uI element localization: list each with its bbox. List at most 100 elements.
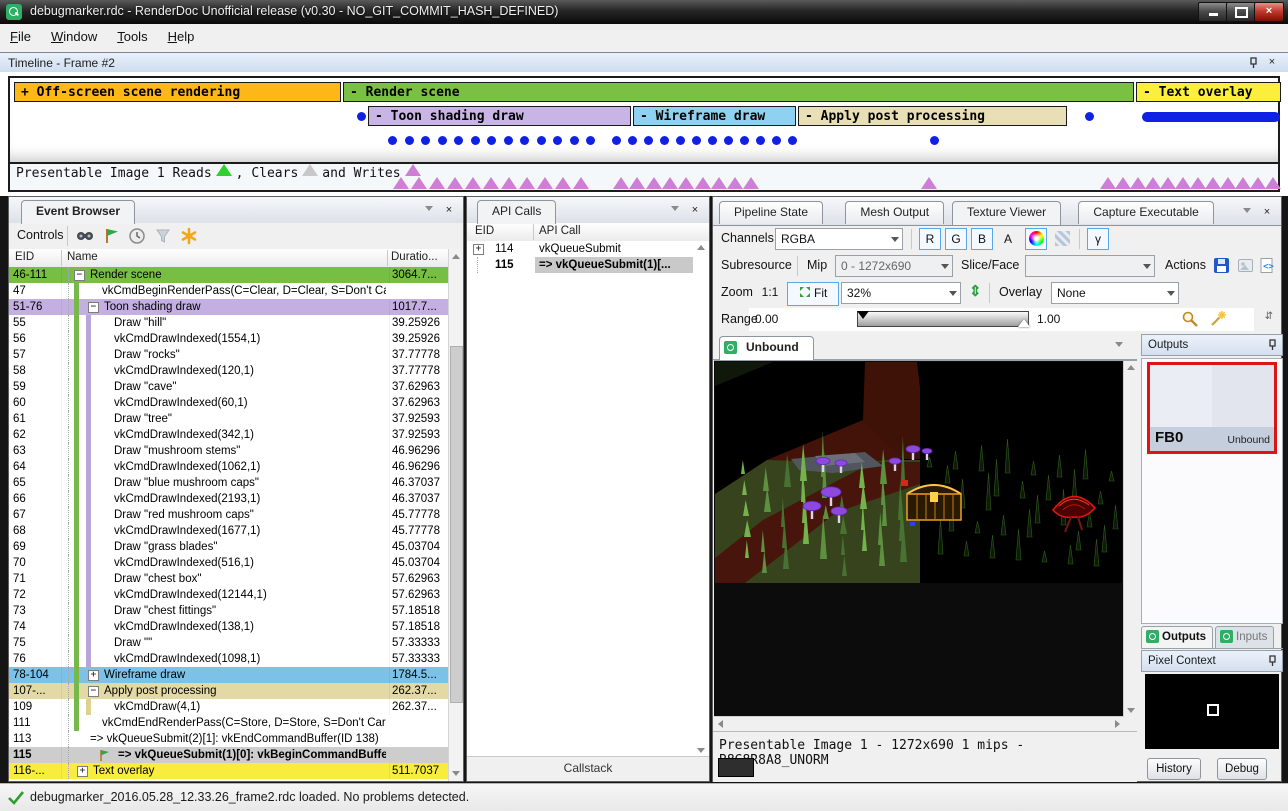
expand-toggle[interactable]: + [473, 244, 484, 255]
event-row[interactable]: 69Draw "grass blades"45.03704 [9, 539, 451, 555]
event-row[interactable]: 72vkCmdDrawIndexed(12144,1)57.62963 [9, 587, 451, 603]
event-row[interactable]: 71Draw "chest box"57.62963 [9, 571, 451, 587]
event-row[interactable]: 64vkCmdDrawIndexed(1062,1)46.96296 [9, 459, 451, 475]
minimize-button[interactable] [1198, 2, 1228, 22]
api-call-row[interactable]: 115=> vkQueueSubmit(1)[... [467, 257, 709, 273]
event-row[interactable]: 67Draw "red mushroom caps"45.77778 [9, 507, 451, 523]
maximize-button[interactable] [1226, 2, 1256, 22]
event-row[interactable]: 62vkCmdDrawIndexed(342,1)37.92593 [9, 427, 451, 443]
event-row[interactable]: 68vkCmdDrawIndexed(1677,1)45.77778 [9, 523, 451, 539]
event-row[interactable]: 116-...+Text overlay511.7037 [9, 763, 451, 779]
event-row[interactable]: 46-111−Render scene3064.7... [9, 267, 451, 283]
menu-window[interactable]: Window [41, 24, 107, 49]
chevron-down-icon[interactable] [1111, 339, 1127, 354]
history-button[interactable]: History [1147, 758, 1201, 780]
range-slider[interactable] [857, 311, 1029, 327]
close-icon[interactable]: × [441, 203, 457, 218]
rendered-scene-image[interactable] [715, 362, 1122, 583]
tab-unbound[interactable]: Unbound [719, 336, 814, 360]
expand-toggle[interactable]: + [88, 670, 99, 681]
channel-a-toggle[interactable]: A [997, 228, 1019, 250]
close-icon[interactable]: × [687, 203, 703, 218]
api-call-row[interactable]: +114vkQueueSubmit [467, 241, 709, 257]
autofit-magnifier-icon[interactable] [1181, 310, 1199, 328]
event-row[interactable]: 65Draw "blue mushroom caps"46.37037 [9, 475, 451, 491]
timeline-bar[interactable]: - Render scene [343, 82, 1134, 102]
fb0-thumbnail[interactable]: FB0 Unbound [1147, 362, 1277, 454]
timeline-bar[interactable]: - Toon shading draw [368, 106, 631, 126]
expand-toggle[interactable]: + [77, 766, 88, 777]
event-row[interactable]: 107-...−Apply post processing262.37... [9, 683, 451, 699]
alpha-checker-toggle[interactable] [1051, 228, 1073, 250]
event-row[interactable]: 61Draw "tree"37.92593 [9, 411, 451, 427]
slice-face-dropdown[interactable] [1025, 255, 1155, 277]
tab-api-calls[interactable]: API Calls [477, 200, 556, 224]
flip-y-icon[interactable]: ⇕ [969, 282, 982, 300]
event-row[interactable]: 63Draw "mushroom stems"46.96296 [9, 443, 451, 459]
pin-icon[interactable] [1249, 57, 1258, 69]
link-image-icon[interactable] [1237, 257, 1254, 274]
debug-button[interactable]: Debug [1217, 758, 1267, 780]
menu-help[interactable]: Help [158, 24, 205, 49]
pin-icon[interactable] [1268, 339, 1277, 351]
timeline-bar[interactable]: + Off-screen scene rendering [14, 82, 341, 102]
event-row[interactable]: 109vkCmdDraw(4,1)262.37... [9, 699, 451, 715]
menu-tools[interactable]: Tools [107, 24, 157, 49]
tab-mesh-output[interactable]: Mesh Output [845, 201, 944, 224]
save-icon[interactable] [1213, 257, 1230, 274]
event-row[interactable]: 78-104+Wireframe draw1784.5... [9, 667, 451, 683]
channel-b-toggle[interactable]: B [971, 228, 993, 250]
chevron-down-icon[interactable] [667, 203, 683, 218]
event-row[interactable]: 51-76−Toon shading draw1017.7... [9, 299, 451, 315]
texture-horizontal-scrollbar[interactable] [714, 716, 1124, 730]
timeline-bar[interactable]: - Apply post processing [798, 106, 1067, 126]
pixel-context-view[interactable] [1145, 674, 1279, 749]
close-icon[interactable]: × [1259, 205, 1275, 220]
callstack-footer[interactable]: Callstack [467, 756, 709, 781]
scrollbar-thumb[interactable] [450, 346, 463, 703]
event-row[interactable]: 58vkCmdDrawIndexed(120,1)37.77778 [9, 363, 451, 379]
event-row[interactable]: 66vkCmdDrawIndexed(2193,1)46.37037 [9, 491, 451, 507]
timeline-close-icon[interactable]: × [1264, 55, 1280, 70]
menu-file[interactable]: File [0, 24, 41, 49]
bookmark-star-icon[interactable] [179, 227, 199, 245]
api-table-header[interactable]: EID API Call [467, 223, 709, 242]
texture-vertical-scrollbar[interactable] [1123, 361, 1137, 717]
event-row[interactable]: 113=> vkQueueSubmit(2)[1]: vkEndCommandB… [9, 731, 451, 747]
event-row[interactable]: 115=> vkQueueSubmit(1)[0]: vkBeginComman… [9, 747, 451, 763]
range-max-value[interactable]: 1.00 [1037, 312, 1060, 326]
zoom-level-dropdown[interactable]: 32% [841, 282, 961, 304]
tab-inputs[interactable]: Inputs [1215, 626, 1274, 648]
range-white-handle[interactable] [1018, 319, 1030, 327]
timeline-bar[interactable]: - Wireframe draw [633, 106, 796, 126]
event-row[interactable]: 70vkCmdDrawIndexed(516,1)45.03704 [9, 555, 451, 571]
histogram-wand-icon[interactable] [1209, 310, 1227, 328]
mip-dropdown[interactable]: 0 - 1272x690 [835, 255, 953, 277]
event-row[interactable]: 74vkCmdDrawIndexed(138,1)57.18518 [9, 619, 451, 635]
time-events-icon[interactable] [127, 227, 147, 245]
event-row[interactable]: 57Draw "rocks"37.77778 [9, 347, 451, 363]
colorwheel-toggle[interactable] [1025, 228, 1047, 250]
tab-outputs[interactable]: Outputs [1141, 626, 1213, 648]
event-row[interactable]: 73Draw "chest fittings"57.18518 [9, 603, 451, 619]
event-row[interactable]: 56vkCmdDrawIndexed(1554,1)39.25926 [9, 331, 451, 347]
overlay-dropdown[interactable]: None [1051, 282, 1179, 304]
timeline-bar[interactable]: - Text overlay [1136, 82, 1281, 102]
find-event-icon[interactable] [75, 227, 95, 245]
channel-g-toggle[interactable]: G [945, 228, 967, 250]
chevron-down-icon[interactable] [421, 203, 437, 218]
channel-r-toggle[interactable]: R [919, 228, 941, 250]
chevron-down-icon[interactable] [1239, 205, 1255, 220]
event-row[interactable]: 55Draw "hill"39.25926 [9, 315, 451, 331]
range-black-handle[interactable] [857, 311, 869, 319]
zoom-fit-button[interactable]: Fit [787, 282, 839, 306]
splitter-handle[interactable]: ⇵ [1265, 311, 1273, 322]
gamma-toggle[interactable]: γ [1087, 228, 1109, 250]
close-button[interactable]: × [1254, 2, 1284, 22]
expand-toggle[interactable]: − [88, 686, 99, 697]
event-list-scrollbar[interactable] [448, 249, 463, 781]
tab-capture-executable[interactable]: Capture Executable [1078, 201, 1213, 224]
event-row[interactable]: 75Draw ""57.33333 [9, 635, 451, 651]
expand-toggle[interactable]: − [74, 270, 85, 281]
tab-texture-viewer[interactable]: Texture Viewer [952, 201, 1061, 225]
